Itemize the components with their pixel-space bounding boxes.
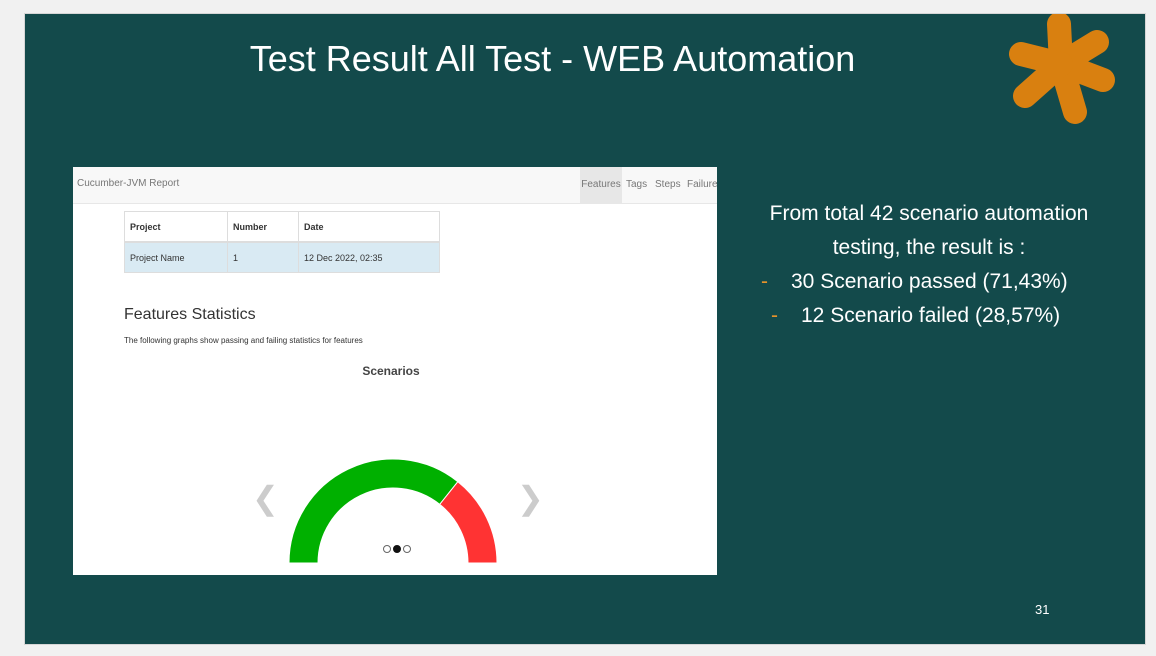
list-item: -30 Scenario passed (71,43%) <box>733 265 1125 299</box>
list-item: -12 Scenario failed (28,57%) <box>733 299 1125 333</box>
chevron-left-icon[interactable]: ❮ <box>252 479 279 517</box>
summary-text: From total 42 scenario automation testin… <box>733 197 1125 333</box>
table-row: Project Name 1 12 Dec 2022, 02:35 <box>124 241 440 273</box>
gauge-slice-passed <box>288 458 459 563</box>
slide-title: Test Result All Test - WEB Automation <box>249 38 856 79</box>
report-brand[interactable]: Cucumber-JVM Report <box>77 178 179 189</box>
tab-features[interactable]: Features <box>580 167 622 203</box>
tab-failures[interactable]: Failures <box>687 167 717 203</box>
asterisk-decoration-icon <box>1009 14 1115 124</box>
summary-intro: From total 42 scenario automation testin… <box>769 202 1089 259</box>
table-header-cell: Date <box>298 211 440 243</box>
bullet-dash: - <box>761 270 768 293</box>
passed-text: 30 Scenario passed (71,43%) <box>791 270 1068 293</box>
report-screenshot: Cucumber-JVM Report Features Tags Steps … <box>73 167 717 575</box>
bullet-dash: - <box>771 304 778 327</box>
carousel-dot[interactable] <box>383 545 391 553</box>
carousel-indicators <box>382 540 412 558</box>
features-statistics-desc: The following graphs show passing and fa… <box>124 336 363 345</box>
table-header-cell: Number <box>227 211 299 243</box>
scenarios-gauge-chart <box>288 458 498 563</box>
gauge-slice-failed <box>439 480 498 563</box>
chevron-right-icon[interactable]: ❯ <box>517 479 544 517</box>
chart-title: Scenarios <box>362 364 420 378</box>
project-table: Project Number Date Project Name 1 12 De… <box>124 211 440 273</box>
table-cell: 12 Dec 2022, 02:35 <box>298 241 440 273</box>
table-cell: Project Name <box>124 241 228 273</box>
features-statistics-title: Features Statistics <box>124 306 256 323</box>
table-header-row: Project Number Date <box>124 211 440 243</box>
failed-text: 12 Scenario failed (28,57%) <box>801 304 1061 327</box>
page-number: 31 <box>1035 602 1050 617</box>
tab-tags[interactable]: Tags <box>626 167 647 203</box>
slide: Test Result All Test - WEB Automation Cu… <box>25 14 1145 644</box>
summary-list: -30 Scenario passed (71,43%) -12 Scenari… <box>733 265 1125 333</box>
table-cell: 1 <box>227 241 299 273</box>
tab-steps[interactable]: Steps <box>655 167 681 203</box>
table-header-cell: Project <box>124 211 228 243</box>
report-navbar: Cucumber-JVM Report Features Tags Steps … <box>73 167 717 204</box>
carousel-dot[interactable] <box>403 545 411 553</box>
carousel-dot[interactable] <box>393 545 401 553</box>
